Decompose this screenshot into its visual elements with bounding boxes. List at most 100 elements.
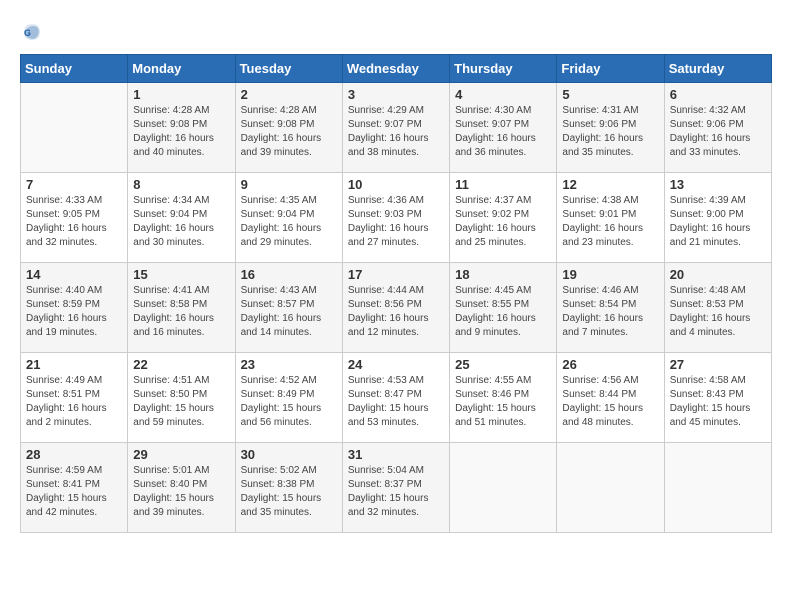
day-header-sunday: Sunday: [21, 55, 128, 83]
day-number: 7: [26, 177, 122, 192]
cell-content: Sunrise: 4:31 AM Sunset: 9:06 PM Dayligh…: [562, 104, 658, 160]
day-number: 9: [241, 177, 337, 192]
calendar-cell: 27 Sunrise: 4:58 AM Sunset: 8:43 PM Dayli…: [664, 353, 771, 443]
calendar-cell: 12Sunrise: 4:38 AM Sunset: 9:01 PM Dayli…: [557, 173, 664, 263]
cell-content: Sunrise: 4:35 AM Sunset: 9:04 PM Dayligh…: [241, 194, 337, 250]
calendar-cell: 22 Sunrise: 4:51 AM Sunset: 8:50 PM Dayli…: [128, 353, 235, 443]
day-number: 31: [348, 447, 444, 462]
calendar-cell: [450, 443, 557, 533]
day-number: 27: [670, 357, 766, 372]
day-number: 11: [455, 177, 551, 192]
calendar-cell: 7 Sunrise: 4:33 AM Sunset: 9:05 PM Daylig…: [21, 173, 128, 263]
day-number: 17: [348, 267, 444, 282]
cell-content: Sunrise: 4:46 AM Sunset: 8:54 PM Dayligh…: [562, 284, 658, 340]
calendar-cell: 16 Sunrise: 4:43 AM Sunset: 8:57 PM Dayli…: [235, 263, 342, 353]
calendar-cell: 20 Sunrise: 4:48 AM Sunset: 8:53 PM Dayli…: [664, 263, 771, 353]
day-number: 10: [348, 177, 444, 192]
day-number: 16: [241, 267, 337, 282]
calendar-week-row: 21 Sunrise: 4:49 AM Sunset: 8:51 PM Dayli…: [21, 353, 772, 443]
cell-content: Sunrise: 4:37 AM Sunset: 9:02 PM Dayligh…: [455, 194, 551, 250]
cell-content: Sunrise: 4:49 AM Sunset: 8:51 PM Dayligh…: [26, 374, 122, 430]
calendar-cell: 17 Sunrise: 4:44 AM Sunset: 8:56 PM Dayli…: [342, 263, 449, 353]
calendar-cell: 13 Sunrise: 4:39 AM Sunset: 9:00 PM Dayli…: [664, 173, 771, 263]
calendar-cell: 28Sunrise: 4:59 AM Sunset: 8:41 PM Dayli…: [21, 443, 128, 533]
day-number: 25: [455, 357, 551, 372]
cell-content: Sunrise: 4:51 AM Sunset: 8:50 PM Dayligh…: [133, 374, 229, 430]
day-header-saturday: Saturday: [664, 55, 771, 83]
calendar-cell: 15 Sunrise: 4:41 AM Sunset: 8:58 PM Dayli…: [128, 263, 235, 353]
calendar-cell: 31 Sunrise: 5:04 AM Sunset: 8:37 PM Dayli…: [342, 443, 449, 533]
day-number: 20: [670, 267, 766, 282]
day-number: 12: [562, 177, 658, 192]
day-number: 4: [455, 87, 551, 102]
cell-content: Sunrise: 4:33 AM Sunset: 9:05 PM Dayligh…: [26, 194, 122, 250]
cell-content: Sunrise: 4:56 AM Sunset: 8:44 PM Dayligh…: [562, 374, 658, 430]
calendar-cell: 10 Sunrise: 4:36 AM Sunset: 9:03 PM Dayli…: [342, 173, 449, 263]
calendar-week-row: 1 Sunrise: 4:28 AM Sunset: 9:08 PM Daylig…: [21, 83, 772, 173]
calendar-cell: 5 Sunrise: 4:31 AM Sunset: 9:06 PM Daylig…: [557, 83, 664, 173]
cell-content: Sunrise: 4:30 AM Sunset: 9:07 PM Dayligh…: [455, 104, 551, 160]
calendar-cell: [664, 443, 771, 533]
page-header: G: [20, 20, 772, 44]
day-number: 22: [133, 357, 229, 372]
cell-content: Sunrise: 5:02 AM Sunset: 8:38 PM Dayligh…: [241, 464, 337, 520]
day-number: 6: [670, 87, 766, 102]
day-number: 1: [133, 87, 229, 102]
day-number: 13: [670, 177, 766, 192]
calendar-cell: 18Sunrise: 4:45 AM Sunset: 8:55 PM Dayli…: [450, 263, 557, 353]
cell-content: Sunrise: 4:43 AM Sunset: 8:57 PM Dayligh…: [241, 284, 337, 340]
cell-content: Sunrise: 4:32 AM Sunset: 9:06 PM Dayligh…: [670, 104, 766, 160]
cell-content: Sunrise: 4:39 AM Sunset: 9:00 PM Dayligh…: [670, 194, 766, 250]
cell-content: Sunrise: 4:48 AM Sunset: 8:53 PM Dayligh…: [670, 284, 766, 340]
cell-content: Sunrise: 4:40 AM Sunset: 8:59 PM Dayligh…: [26, 284, 122, 340]
logo: G: [20, 20, 48, 44]
calendar-cell: 6 Sunrise: 4:32 AM Sunset: 9:06 PM Daylig…: [664, 83, 771, 173]
cell-content: Sunrise: 4:28 AM Sunset: 9:08 PM Dayligh…: [241, 104, 337, 160]
calendar-cell: 23 Sunrise: 4:52 AM Sunset: 8:49 PM Dayli…: [235, 353, 342, 443]
day-number: 2: [241, 87, 337, 102]
calendar-cell: 11 Sunrise: 4:37 AM Sunset: 9:02 PM Dayli…: [450, 173, 557, 263]
calendar-cell: 14 Sunrise: 4:40 AM Sunset: 8:59 PM Dayli…: [21, 263, 128, 353]
day-number: 15: [133, 267, 229, 282]
day-header-wednesday: Wednesday: [342, 55, 449, 83]
cell-content: Sunrise: 5:04 AM Sunset: 8:37 PM Dayligh…: [348, 464, 444, 520]
calendar-cell: 21 Sunrise: 4:49 AM Sunset: 8:51 PM Dayli…: [21, 353, 128, 443]
logo-icon: G: [20, 20, 44, 44]
day-number: 23: [241, 357, 337, 372]
cell-content: Sunrise: 4:29 AM Sunset: 9:07 PM Dayligh…: [348, 104, 444, 160]
cell-content: Sunrise: 4:34 AM Sunset: 9:04 PM Dayligh…: [133, 194, 229, 250]
calendar-week-row: 28Sunrise: 4:59 AM Sunset: 8:41 PM Dayli…: [21, 443, 772, 533]
calendar-cell: [21, 83, 128, 173]
day-number: 24: [348, 357, 444, 372]
calendar-cell: 24 Sunrise: 4:53 AM Sunset: 8:47 PM Dayli…: [342, 353, 449, 443]
day-number: 5: [562, 87, 658, 102]
day-number: 30: [241, 447, 337, 462]
calendar-cell: 8Sunrise: 4:34 AM Sunset: 9:04 PM Daylig…: [128, 173, 235, 263]
cell-content: Sunrise: 4:58 AM Sunset: 8:43 PM Dayligh…: [670, 374, 766, 430]
cell-content: Sunrise: 4:28 AM Sunset: 9:08 PM Dayligh…: [133, 104, 229, 160]
cell-content: Sunrise: 4:52 AM Sunset: 8:49 PM Dayligh…: [241, 374, 337, 430]
cell-content: Sunrise: 4:36 AM Sunset: 9:03 PM Dayligh…: [348, 194, 444, 250]
day-header-tuesday: Tuesday: [235, 55, 342, 83]
cell-content: Sunrise: 5:01 AM Sunset: 8:40 PM Dayligh…: [133, 464, 229, 520]
calendar-cell: 3 Sunrise: 4:29 AM Sunset: 9:07 PM Daylig…: [342, 83, 449, 173]
cell-content: Sunrise: 4:44 AM Sunset: 8:56 PM Dayligh…: [348, 284, 444, 340]
day-number: 21: [26, 357, 122, 372]
calendar-cell: 30 Sunrise: 5:02 AM Sunset: 8:38 PM Dayli…: [235, 443, 342, 533]
calendar-cell: 19 Sunrise: 4:46 AM Sunset: 8:54 PM Dayli…: [557, 263, 664, 353]
day-header-monday: Monday: [128, 55, 235, 83]
day-number: 19: [562, 267, 658, 282]
day-number: 26: [562, 357, 658, 372]
calendar-cell: 4 Sunrise: 4:30 AM Sunset: 9:07 PM Daylig…: [450, 83, 557, 173]
day-number: 3: [348, 87, 444, 102]
day-number: 28: [26, 447, 122, 462]
day-number: 14: [26, 267, 122, 282]
day-header-friday: Friday: [557, 55, 664, 83]
calendar-cell: 9 Sunrise: 4:35 AM Sunset: 9:04 PM Daylig…: [235, 173, 342, 263]
calendar-cell: 26 Sunrise: 4:56 AM Sunset: 8:44 PM Dayli…: [557, 353, 664, 443]
calendar-cell: [557, 443, 664, 533]
cell-content: Sunrise: 4:41 AM Sunset: 8:58 PM Dayligh…: [133, 284, 229, 340]
cell-content: Sunrise: 4:53 AM Sunset: 8:47 PM Dayligh…: [348, 374, 444, 430]
calendar-week-row: 14 Sunrise: 4:40 AM Sunset: 8:59 PM Dayli…: [21, 263, 772, 353]
calendar-table: SundayMondayTuesdayWednesdayThursdayFrid…: [20, 54, 772, 533]
